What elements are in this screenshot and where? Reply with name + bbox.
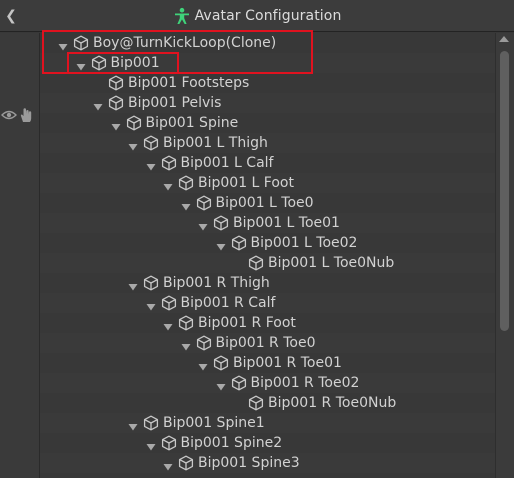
visibility-controls bbox=[0, 106, 38, 124]
triangle-down-icon[interactable] bbox=[198, 218, 208, 231]
tree-row[interactable]: Bip001 Footsteps bbox=[40, 73, 495, 93]
tree-row[interactable]: Bip001 Spine bbox=[40, 113, 495, 133]
tree-row-label: Bip001 L Foot bbox=[198, 175, 294, 191]
tree-row[interactable]: Bip001 L Toe0Nub bbox=[40, 253, 495, 273]
avatar-figure-icon bbox=[174, 7, 189, 24]
cube-icon bbox=[213, 355, 229, 371]
cube-icon bbox=[196, 195, 212, 211]
cube-icon bbox=[248, 255, 264, 271]
tree-row[interactable]: Bip001 Spine1 bbox=[40, 413, 495, 433]
tree-row-label: Bip001 L Toe01 bbox=[233, 215, 340, 231]
triangle-down-icon[interactable] bbox=[216, 378, 226, 391]
tree-row[interactable]: Bip001 Spine3 bbox=[40, 453, 495, 473]
visibility-gutter bbox=[0, 33, 40, 478]
hand-icon[interactable] bbox=[19, 107, 34, 123]
cube-icon bbox=[143, 135, 159, 151]
triangle-down-icon[interactable] bbox=[111, 118, 121, 131]
cube-icon bbox=[143, 415, 159, 431]
tree-row-label: Bip001 L Toe0 bbox=[215, 195, 314, 211]
cube-icon bbox=[143, 275, 159, 291]
cube-icon bbox=[231, 235, 247, 251]
tree-row-label: Bip001 Pelvis bbox=[128, 95, 222, 111]
cube-icon bbox=[161, 155, 177, 171]
tree-row-label: Bip001 R Toe02 bbox=[250, 375, 360, 391]
triangle-down-icon[interactable] bbox=[181, 338, 191, 351]
triangle-down-icon[interactable] bbox=[146, 438, 156, 451]
tree-row-label: Bip001 Spine3 bbox=[198, 455, 300, 471]
tree-row-label: Bip001 Spine2 bbox=[180, 435, 283, 451]
tree-row-label: Bip001 R Toe0 bbox=[215, 335, 316, 351]
cube-icon bbox=[161, 435, 177, 451]
highlight-box-bip001 bbox=[67, 52, 179, 74]
triangle-down-icon[interactable] bbox=[216, 238, 226, 251]
scroll-thumb[interactable] bbox=[500, 51, 509, 331]
tree-row-label: Bip001 Spine bbox=[145, 115, 239, 131]
title-area: Avatar Configuration bbox=[0, 0, 514, 32]
tree-row[interactable]: Bip001 L Toe01 bbox=[40, 213, 495, 233]
tree-row-label: Bip001 R Foot bbox=[198, 315, 296, 331]
tree-row-label: Bip001 R Thigh bbox=[163, 275, 270, 291]
triangle-down-icon[interactable] bbox=[198, 358, 208, 371]
cube-icon bbox=[108, 95, 124, 111]
triangle-down-icon[interactable] bbox=[93, 98, 103, 111]
window-header: ❮ Avatar Configuration bbox=[0, 0, 514, 32]
tree-row[interactable]: Bip001 L Thigh bbox=[40, 133, 495, 153]
tree-row[interactable]: Bip001 L Foot bbox=[40, 173, 495, 193]
tree-row[interactable]: Bip001 L Toe0 bbox=[40, 193, 495, 213]
cube-icon bbox=[248, 395, 264, 411]
tree-row[interactable]: Bip001 R Foot bbox=[40, 313, 495, 333]
tree-row[interactable]: Bip001 Spine2 bbox=[40, 433, 495, 453]
tree-row[interactable]: Bip001 R Toe0Nub bbox=[40, 393, 495, 413]
tree-row[interactable]: Bip001 L Calf bbox=[40, 153, 495, 173]
triangle-down-icon[interactable] bbox=[146, 298, 156, 311]
tree-row[interactable]: Bip001 R Toe01 bbox=[40, 353, 495, 373]
triangle-down-icon[interactable] bbox=[128, 418, 138, 431]
cube-icon bbox=[178, 455, 194, 471]
tree-row-label: Bip001 L Toe02 bbox=[250, 235, 358, 251]
tree-row-label: Bip001 L Thigh bbox=[163, 135, 268, 151]
cube-icon bbox=[178, 315, 194, 331]
cube-icon bbox=[178, 175, 194, 191]
triangle-down-icon[interactable] bbox=[146, 158, 156, 171]
cube-icon bbox=[108, 75, 124, 91]
tree-row-label: Bip001 R Calf bbox=[180, 295, 276, 311]
triangle-down-icon[interactable] bbox=[128, 138, 138, 151]
tree-row-label: Bip001 Footsteps bbox=[128, 75, 250, 91]
tree-row-label: Bip001 L Calf bbox=[180, 155, 274, 171]
scroll-up-arrow[interactable] bbox=[499, 36, 509, 42]
eye-icon[interactable] bbox=[1, 109, 17, 121]
tree-row-label: Bip001 R Toe0Nub bbox=[268, 395, 397, 411]
triangle-down-icon[interactable] bbox=[128, 278, 138, 291]
tree-row[interactable]: Bip001 Pelvis bbox=[40, 93, 495, 113]
hierarchy-tree: Boy@TurnKickLoop(Clone) Bip001 Bip001 Foot… bbox=[40, 33, 495, 478]
tree-row[interactable]: Bip001 L Toe02 bbox=[40, 233, 495, 253]
triangle-down-icon[interactable] bbox=[163, 458, 173, 471]
tree-row[interactable]: Bip001 R Calf bbox=[40, 293, 495, 313]
window-title: Avatar Configuration bbox=[194, 8, 342, 24]
tree-row-label: Bip001 R Toe01 bbox=[233, 355, 342, 371]
cube-icon bbox=[231, 375, 247, 391]
tree-row[interactable]: Bip001 R Toe0 bbox=[40, 333, 495, 353]
tree-row-label: Bip001 Spine1 bbox=[163, 415, 265, 431]
tree-row[interactable]: Bip001 R Toe02 bbox=[40, 373, 495, 393]
vertical-scrollbar[interactable] bbox=[495, 33, 514, 478]
tree-row[interactable]: Bip001 R Thigh bbox=[40, 273, 495, 293]
triangle-down-icon[interactable] bbox=[163, 178, 173, 191]
cube-icon bbox=[213, 215, 229, 231]
cube-icon bbox=[161, 295, 177, 311]
cube-icon bbox=[126, 115, 142, 131]
triangle-down-icon[interactable] bbox=[163, 318, 173, 331]
cube-icon bbox=[196, 335, 212, 351]
tree-row-label: Bip001 L Toe0Nub bbox=[268, 255, 395, 271]
triangle-down-icon[interactable] bbox=[181, 198, 191, 211]
